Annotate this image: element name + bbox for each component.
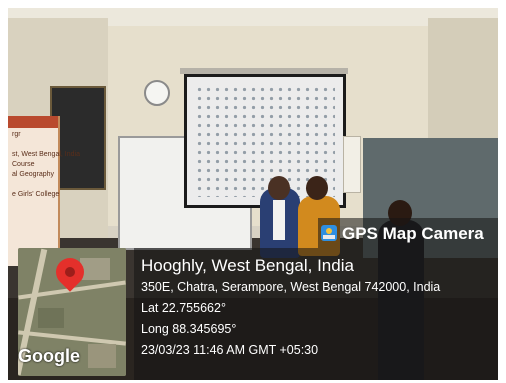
datetime: 23/03/23 11:46 AM GMT +05:30 xyxy=(141,343,319,357)
app-name: GPS Map Camera xyxy=(342,224,484,243)
banner-text: rgr st, West Bengal, India Course al Geo… xyxy=(12,131,80,198)
wall-clock xyxy=(144,80,170,106)
person-head xyxy=(268,176,290,200)
latitude: Lat 22.755662° xyxy=(141,301,226,315)
google-logo: Google xyxy=(18,346,80,366)
wall-poster xyxy=(343,136,361,193)
location-title: Hooghly, West Bengal, India xyxy=(141,256,354,275)
person-head xyxy=(306,176,328,200)
college-banner: rgr st, West Bengal, India Course al Geo… xyxy=(8,116,80,266)
longitude: Long 88.345695° xyxy=(141,322,237,336)
address: 350E, Chatra, Serampore, West Bengal 742… xyxy=(141,280,441,294)
white-scarf xyxy=(273,200,285,240)
gps-camera-icon xyxy=(321,225,337,241)
banner-strip xyxy=(8,116,58,128)
